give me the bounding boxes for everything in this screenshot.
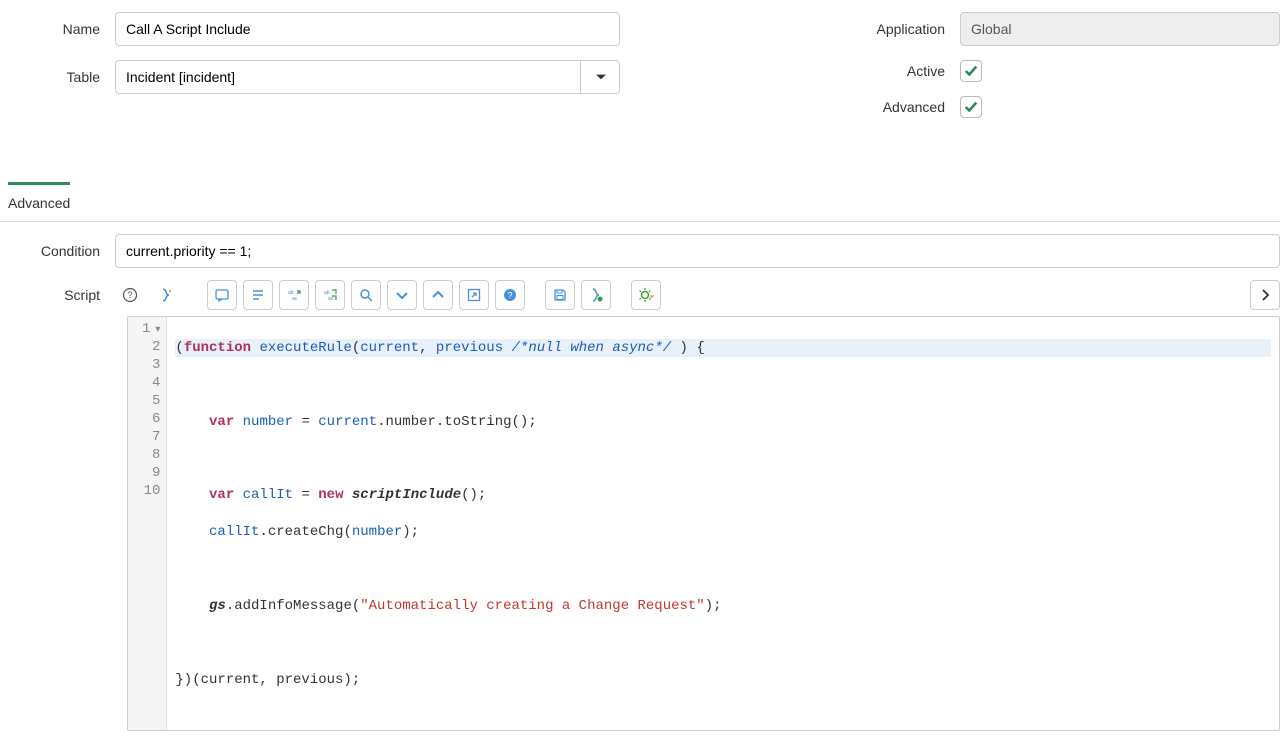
script-label: Script	[0, 287, 115, 303]
help-button-icon[interactable]: ?	[495, 280, 525, 310]
replace-all-icon[interactable]: abac	[315, 280, 345, 310]
script-toolbar: ? abac abac ?	[115, 280, 1280, 310]
table-label: Table	[0, 69, 115, 85]
table-select[interactable]	[115, 60, 620, 94]
help-icon[interactable]: ?	[115, 280, 145, 310]
tab-advanced[interactable]: Advanced	[8, 182, 70, 221]
advanced-checkbox[interactable]	[960, 96, 982, 118]
form-fields-grid: Name Table Application Active	[0, 0, 1280, 152]
format-code-icon[interactable]	[243, 280, 273, 310]
replace-icon[interactable]: abac	[279, 280, 309, 310]
application-field	[960, 12, 1280, 46]
chevron-right-icon[interactable]	[1250, 280, 1280, 310]
name-label: Name	[0, 21, 115, 37]
fullscreen-icon[interactable]	[459, 280, 489, 310]
find-prev-icon[interactable]	[423, 280, 453, 310]
fold-icon[interactable]: ▾	[152, 324, 160, 338]
save-icon[interactable]	[545, 280, 575, 310]
toggle-comment-icon[interactable]	[207, 280, 237, 310]
svg-text:ac: ac	[328, 296, 334, 302]
line-number-gutter: 1▾ 2 3 4 5 6 7 8 9 10	[128, 317, 167, 730]
tab-bar: Advanced	[0, 182, 1280, 222]
condition-input[interactable]	[115, 234, 1280, 268]
active-label: Active	[660, 63, 960, 79]
script-debugger-icon[interactable]	[631, 280, 661, 310]
application-label: Application	[660, 21, 960, 37]
script-editor[interactable]: 1▾ 2 3 4 5 6 7 8 9 10 (function executeR…	[127, 316, 1280, 731]
find-next-icon[interactable]	[387, 280, 417, 310]
svg-text:?: ?	[127, 290, 132, 300]
toggle-diff-icon[interactable]	[581, 280, 611, 310]
code-area[interactable]: (function executeRule(current, previous …	[167, 317, 1279, 730]
condition-label: Condition	[0, 243, 115, 259]
svg-text:ac: ac	[292, 296, 298, 302]
advanced-label: Advanced	[660, 99, 960, 115]
script-type-icon[interactable]	[151, 280, 181, 310]
name-input[interactable]	[115, 12, 620, 46]
svg-text:?: ?	[507, 291, 512, 301]
search-icon[interactable]	[351, 280, 381, 310]
active-checkbox[interactable]	[960, 60, 982, 82]
